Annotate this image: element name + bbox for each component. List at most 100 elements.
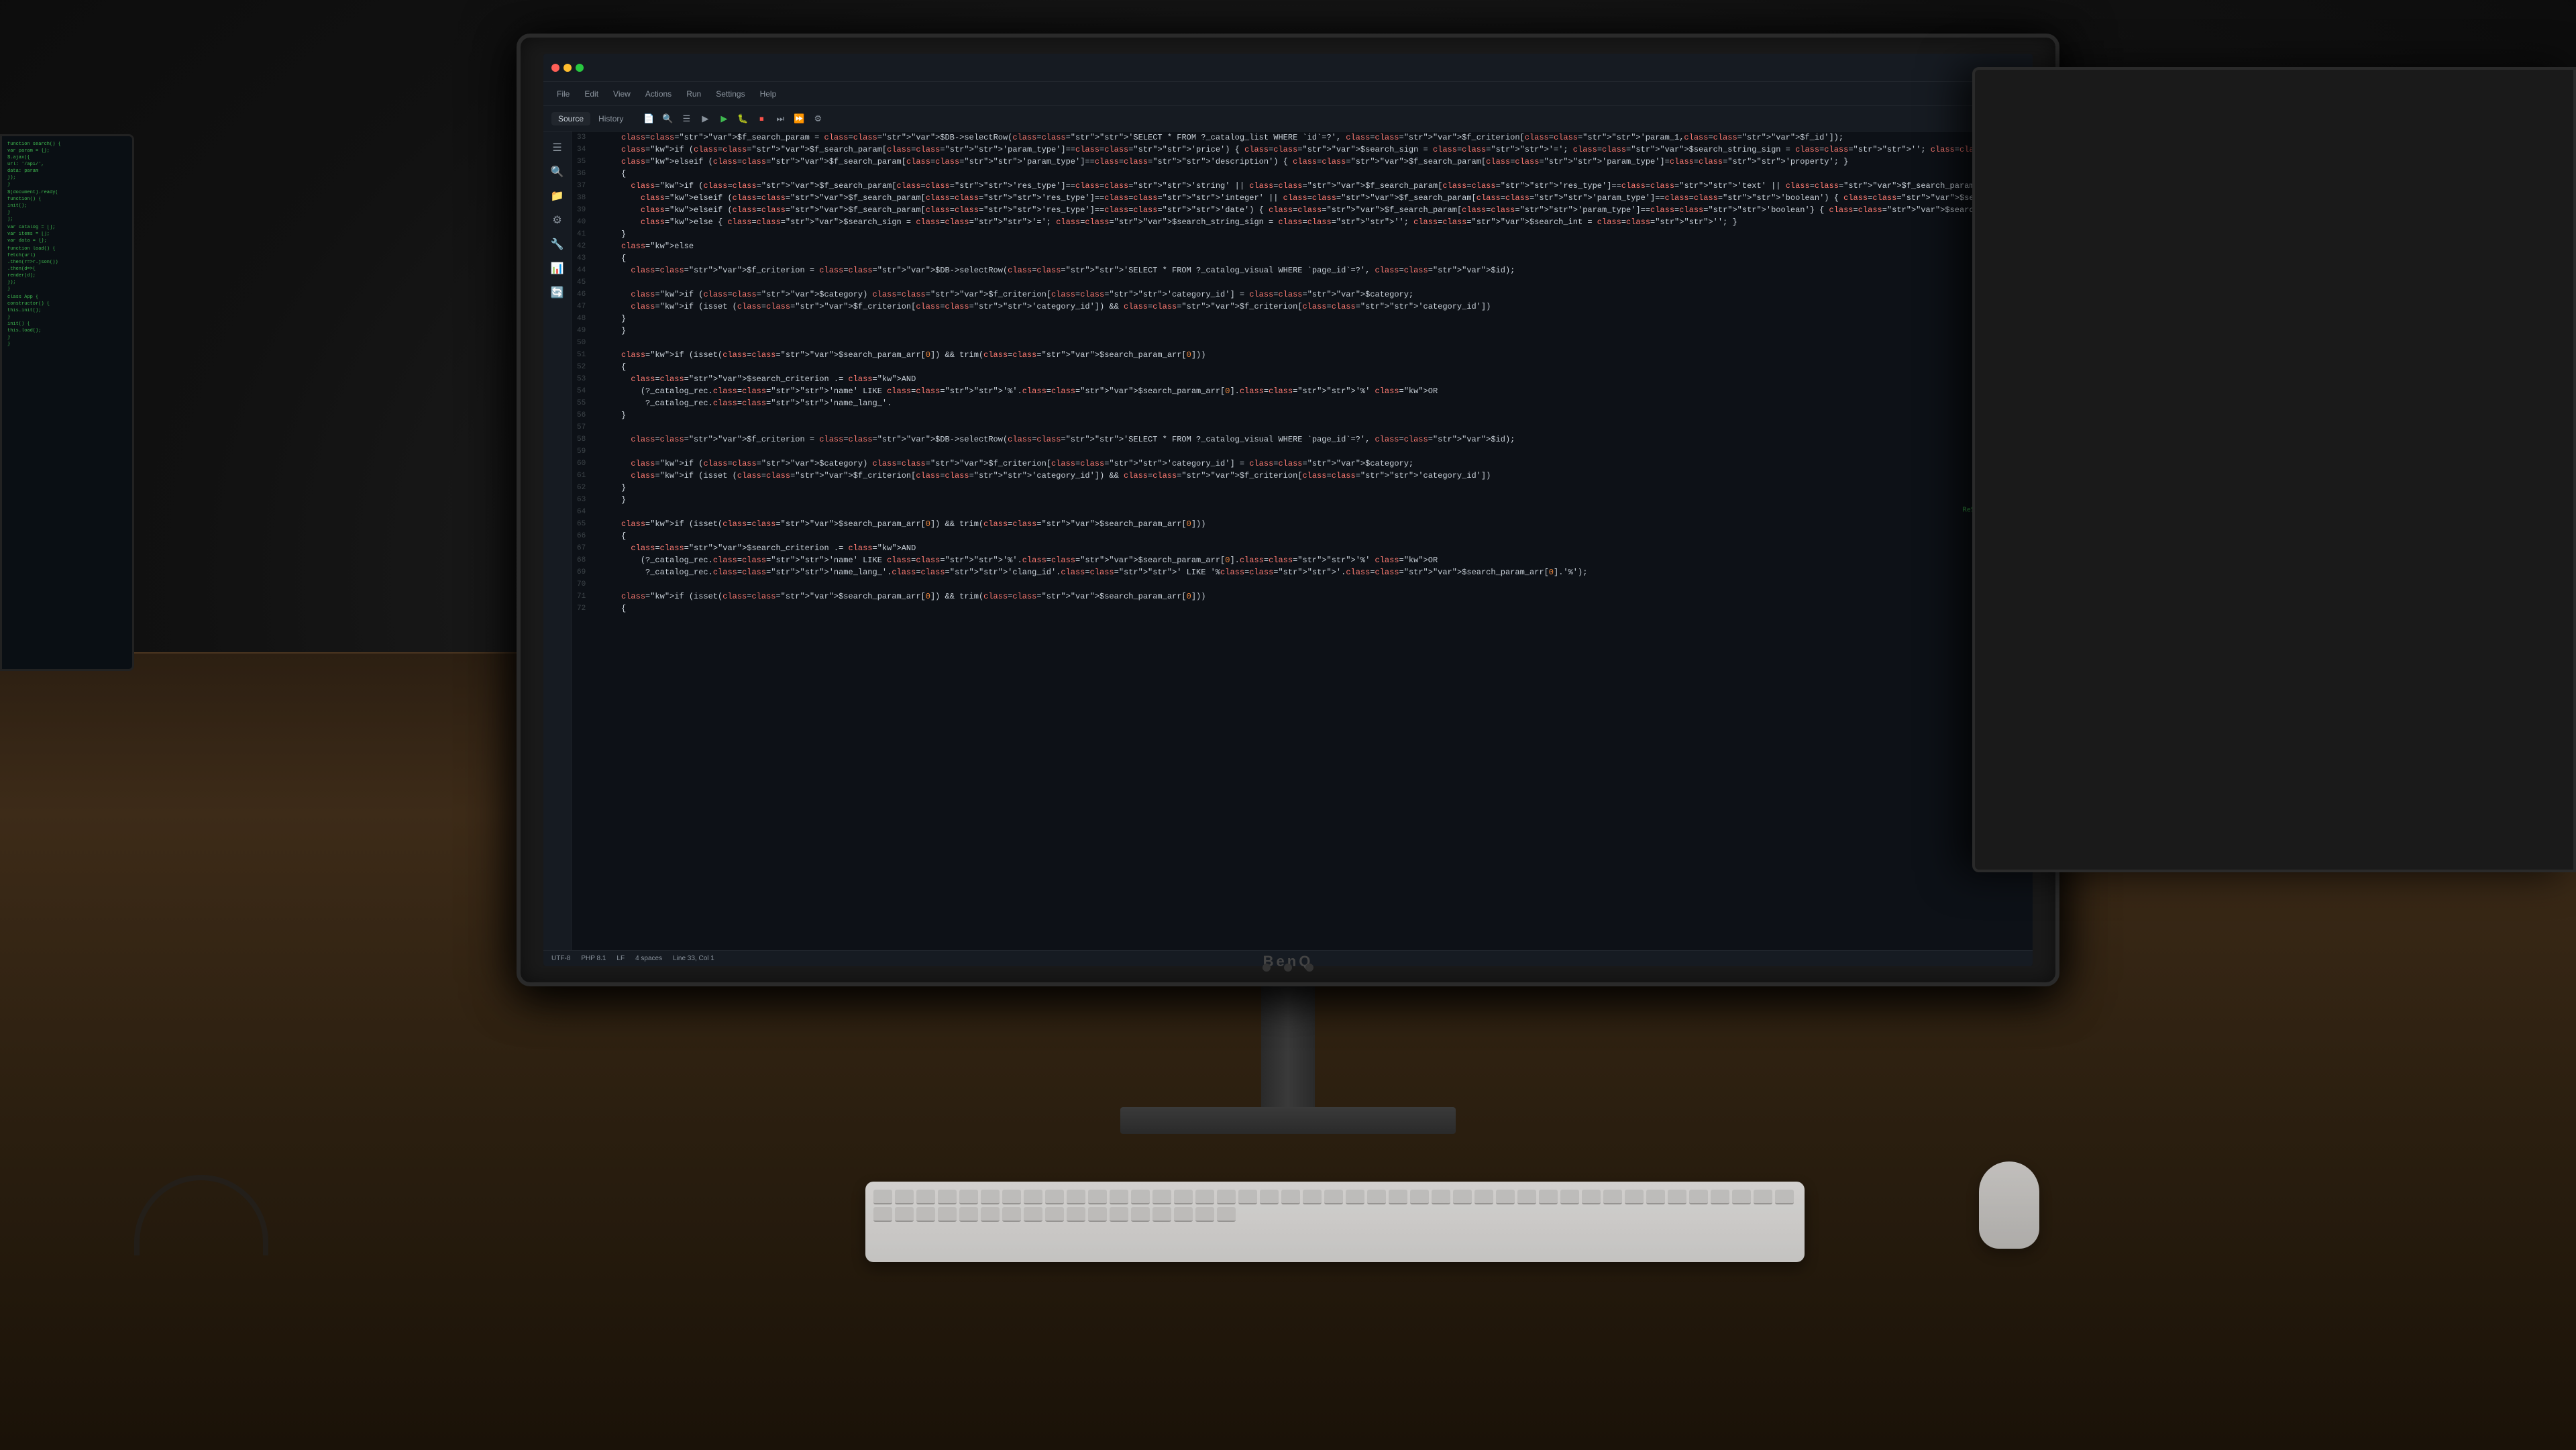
- menu-item-run[interactable]: Run: [680, 87, 708, 101]
- toolbar-btn-debug[interactable]: 🐛: [735, 111, 751, 127]
- keyboard-key[interactable]: [1432, 1190, 1450, 1204]
- minimize-button[interactable]: [564, 64, 572, 72]
- keyboard-key[interactable]: [1474, 1190, 1493, 1204]
- sync-icon[interactable]: 🔄: [547, 282, 568, 303]
- keyboard-key[interactable]: [1582, 1190, 1601, 1204]
- keyboard-key[interactable]: [1195, 1190, 1214, 1204]
- keyboard-key[interactable]: [895, 1190, 914, 1204]
- code-content[interactable]: {: [596, 168, 2033, 180]
- keyboard-key[interactable]: [1217, 1190, 1236, 1204]
- code-content[interactable]: class="kw">elseif (class=class="str">"va…: [596, 156, 2033, 168]
- code-content[interactable]: ?_catalog_rec.class=class="str">"str">'n…: [596, 566, 2033, 578]
- code-content[interactable]: [596, 337, 2033, 349]
- keyboard-key[interactable]: [1152, 1207, 1171, 1222]
- code-content[interactable]: class="kw">if (class=class="str">"var">$…: [596, 180, 2033, 192]
- keyboard-key[interactable]: [1174, 1207, 1193, 1222]
- keyboard-key[interactable]: [1045, 1190, 1064, 1204]
- toolbar-btn-play[interactable]: ▶: [716, 111, 732, 127]
- tab-source[interactable]: Source: [551, 112, 590, 125]
- keyboard-key[interactable]: [1711, 1190, 1729, 1204]
- code-content[interactable]: class=class="str">"var">$search_criterio…: [596, 373, 2033, 385]
- keyboard-key[interactable]: [1067, 1207, 1085, 1222]
- code-content[interactable]: [596, 446, 2033, 458]
- keyboard-key[interactable]: [1453, 1190, 1472, 1204]
- keyboard-key[interactable]: [1539, 1190, 1558, 1204]
- menu-item-help[interactable]: Help: [753, 87, 784, 101]
- toolbar-btn-run[interactable]: ▶: [697, 111, 713, 127]
- keyboard-key[interactable]: [959, 1207, 978, 1222]
- keyboard-key[interactable]: [1088, 1207, 1107, 1222]
- code-editor[interactable]: 33 class=class="str">"var">$f_search_par…: [572, 132, 2033, 950]
- menu-item-view[interactable]: View: [606, 87, 637, 101]
- code-content[interactable]: class=class="str">"var">$f_criterion = c…: [596, 264, 2033, 276]
- keyboard-key[interactable]: [1560, 1190, 1579, 1204]
- code-content[interactable]: class=class="str">"var">$f_search_param …: [596, 132, 2033, 144]
- keyboard-key[interactable]: [1217, 1207, 1236, 1222]
- code-content[interactable]: {: [596, 530, 2033, 542]
- tab-history[interactable]: History: [592, 112, 630, 125]
- menu-item-settings[interactable]: Settings: [709, 87, 751, 101]
- code-content[interactable]: [596, 578, 2033, 590]
- code-content[interactable]: }: [596, 325, 2033, 337]
- debug-icon[interactable]: 🔧: [547, 234, 568, 255]
- monitor-btn-2[interactable]: [1284, 964, 1292, 972]
- keyboard-key[interactable]: [1024, 1207, 1042, 1222]
- keyboard-key[interactable]: [1668, 1190, 1686, 1204]
- code-content[interactable]: class="kw">if (class=class="str">"var">$…: [596, 144, 2033, 156]
- keyboard-key[interactable]: [1174, 1190, 1193, 1204]
- keyboard-key[interactable]: [1024, 1190, 1042, 1204]
- code-content[interactable]: }: [596, 494, 2033, 506]
- keyboard-key[interactable]: [916, 1190, 935, 1204]
- keyboard-key[interactable]: [916, 1207, 935, 1222]
- code-content[interactable]: [596, 276, 2033, 289]
- code-content[interactable]: (?_catalog_rec.class=class="str">"str">'…: [596, 385, 2033, 397]
- keyboard-key[interactable]: [873, 1207, 892, 1222]
- code-content[interactable]: }: [596, 313, 2033, 325]
- code-content[interactable]: class="kw">if (class=class="str">"var">$…: [596, 289, 2033, 301]
- menu-item-edit[interactable]: Edit: [578, 87, 605, 101]
- monitor-btn-3[interactable]: [1305, 964, 1313, 972]
- keyboard-key[interactable]: [1002, 1190, 1021, 1204]
- monitor-btn-1[interactable]: [1263, 964, 1271, 972]
- toolbar-btn-search[interactable]: 🔍: [659, 111, 676, 127]
- keyboard-key[interactable]: [873, 1190, 892, 1204]
- keyboard-key[interactable]: [1002, 1207, 1021, 1222]
- code-content[interactable]: class="kw">elseif (class=class="str">"va…: [596, 192, 2033, 204]
- code-content[interactable]: class="kw">elseif (class=class="str">"va…: [596, 204, 2033, 216]
- code-content[interactable]: {: [596, 361, 2033, 373]
- keyboard-key[interactable]: [1625, 1190, 1644, 1204]
- code-content[interactable]: }: [596, 228, 2033, 240]
- maximize-button[interactable]: [576, 64, 584, 72]
- keyboard-key[interactable]: [938, 1190, 957, 1204]
- code-content[interactable]: class="kw">if (isset(class=class="str">"…: [596, 590, 2033, 603]
- code-content[interactable]: class="kw">if (class=class="str">"var">$…: [596, 458, 2033, 470]
- keyboard-key[interactable]: [1131, 1207, 1150, 1222]
- code-content[interactable]: [596, 506, 2033, 518]
- keyboard-key[interactable]: [1152, 1190, 1171, 1204]
- toolbar-btn-forward[interactable]: ⏩: [791, 111, 807, 127]
- toolbar-btn-stop[interactable]: ⏹: [753, 111, 769, 127]
- keyboard-key[interactable]: [1131, 1190, 1150, 1204]
- keyboard-key[interactable]: [1775, 1190, 1794, 1204]
- close-button[interactable]: [551, 64, 559, 72]
- keyboard-key[interactable]: [1303, 1190, 1322, 1204]
- toolbar-btn-structure[interactable]: ☰: [678, 111, 694, 127]
- code-content[interactable]: class="kw">if (isset (class=class="str">…: [596, 470, 2033, 482]
- keyboard-key[interactable]: [1646, 1190, 1665, 1204]
- keyboard-key[interactable]: [1367, 1190, 1386, 1204]
- code-content[interactable]: class="kw">else: [596, 240, 2033, 252]
- code-content[interactable]: class=class="str">"var">$f_criterion = c…: [596, 433, 2033, 446]
- keyboard-key[interactable]: [1045, 1207, 1064, 1222]
- toolbar-btn-step[interactable]: ⏭: [772, 111, 788, 127]
- code-content[interactable]: {: [596, 252, 2033, 264]
- keyboard-key[interactable]: [938, 1207, 957, 1222]
- code-content[interactable]: (?_catalog_rec.class=class="str">"str">'…: [596, 554, 2033, 566]
- code-content[interactable]: class="kw">if (isset(class=class="str">"…: [596, 518, 2033, 530]
- keyboard-key[interactable]: [1324, 1190, 1343, 1204]
- menu-item-actions[interactable]: Actions: [639, 87, 678, 101]
- menu-item-file[interactable]: File: [550, 87, 576, 101]
- code-content[interactable]: }: [596, 482, 2033, 494]
- keyboard-key[interactable]: [1389, 1190, 1407, 1204]
- search-icon[interactable]: 🔍: [547, 161, 568, 183]
- keyboard-key[interactable]: [1346, 1190, 1364, 1204]
